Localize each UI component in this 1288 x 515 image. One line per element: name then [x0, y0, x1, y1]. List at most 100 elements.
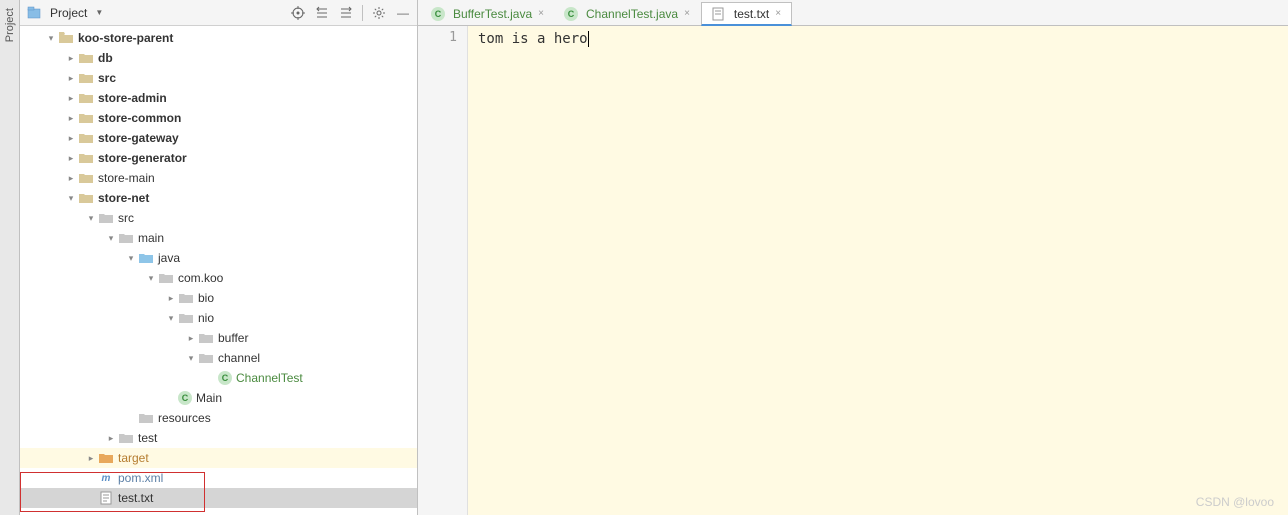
tab-label: ChannelTest.java	[586, 7, 678, 21]
package-icon	[178, 310, 194, 326]
folder-icon	[118, 230, 134, 246]
package-icon	[198, 330, 214, 346]
resources-folder-icon	[138, 410, 154, 426]
tree-node-target[interactable]: ▸ target	[20, 448, 417, 468]
chevron-right-icon[interactable]: ▸	[164, 293, 178, 304]
tree-label: ChannelTest	[236, 371, 303, 385]
tree-node-store-admin[interactable]: ▸ store-admin	[20, 88, 417, 108]
tree-label: resources	[158, 411, 211, 425]
chevron-down-icon[interactable]: ▾	[144, 273, 158, 284]
tree-label: main	[138, 231, 164, 245]
tree-label: store-generator	[98, 151, 187, 165]
side-tab-project[interactable]: Project	[0, 0, 20, 515]
project-icon	[26, 5, 42, 21]
project-tree: ▾ koo-store-parent ▸ db ▸ src ▸ store-ad…	[20, 26, 417, 515]
gear-icon[interactable]	[371, 5, 387, 21]
folder-icon	[118, 430, 134, 446]
tree-node-store-main[interactable]: ▸ store-main	[20, 168, 417, 188]
chevron-down-icon[interactable]: ▾	[44, 33, 58, 44]
chevron-right-icon[interactable]: ▸	[184, 333, 198, 344]
chevron-down-icon[interactable]: ▾	[124, 253, 138, 264]
tree-label: target	[118, 451, 149, 465]
expand-all-icon[interactable]	[314, 5, 330, 21]
tree-label: java	[158, 251, 180, 265]
tree-label: nio	[198, 311, 214, 325]
chevron-right-icon[interactable]: ▸	[104, 433, 118, 444]
chevron-right-icon[interactable]: ▸	[64, 113, 78, 124]
tree-label: channel	[218, 351, 260, 365]
tree-label: Main	[196, 391, 222, 405]
tree-node-channeltest[interactable]: C ChannelTest	[20, 368, 417, 388]
tree-node-store-net[interactable]: ▾ store-net	[20, 188, 417, 208]
tree-label: src	[98, 71, 116, 85]
hide-icon[interactable]: —	[395, 5, 411, 21]
chevron-right-icon[interactable]: ▸	[64, 173, 78, 184]
chevron-right-icon[interactable]: ▸	[64, 73, 78, 84]
chevron-down-icon[interactable]: ▾	[164, 313, 178, 324]
tree-node-store-gateway[interactable]: ▸ store-gateway	[20, 128, 417, 148]
tree-node-store-common[interactable]: ▸ store-common	[20, 108, 417, 128]
chevron-down-icon[interactable]: ▾	[64, 193, 78, 204]
tree-node-store-generator[interactable]: ▸ store-generator	[20, 148, 417, 168]
collapse-all-icon[interactable]	[338, 5, 354, 21]
chevron-right-icon[interactable]: ▸	[64, 133, 78, 144]
folder-icon	[58, 30, 74, 46]
java-class-icon: C	[431, 7, 445, 21]
tree-node-mainclass[interactable]: C Main	[20, 388, 417, 408]
editor-gutter: 1	[418, 26, 468, 515]
folder-icon	[78, 190, 94, 206]
chevron-right-icon[interactable]: ▸	[84, 453, 98, 464]
tree-node-nio[interactable]: ▾ nio	[20, 308, 417, 328]
tree-label: db	[98, 51, 113, 65]
tree-node-db[interactable]: ▸ db	[20, 48, 417, 68]
tab-testtxt[interactable]: test.txt ×	[701, 2, 792, 26]
tree-node-resources[interactable]: resources	[20, 408, 417, 428]
panel-title-text: Project	[50, 6, 87, 20]
locate-icon[interactable]	[290, 5, 306, 21]
tree-label: com.koo	[178, 271, 223, 285]
chevron-right-icon[interactable]: ▸	[64, 53, 78, 64]
package-icon	[158, 270, 174, 286]
tree-node-root[interactable]: ▾ koo-store-parent	[20, 28, 417, 48]
tree-node-pkg[interactable]: ▾ com.koo	[20, 268, 417, 288]
folder-icon	[78, 110, 94, 126]
close-icon[interactable]: ×	[682, 8, 692, 19]
chevron-down-icon[interactable]: ▾	[84, 213, 98, 224]
tree-node-test[interactable]: ▸ test	[20, 428, 417, 448]
tree-node-java[interactable]: ▾ java	[20, 248, 417, 268]
java-class-icon: C	[178, 391, 192, 405]
annotation-box	[20, 472, 205, 512]
editor-tabs: C BufferTest.java × C ChannelTest.java ×…	[418, 0, 1288, 26]
tree-node-buffer[interactable]: ▸ buffer	[20, 328, 417, 348]
tree-node-src2[interactable]: ▾ src	[20, 208, 417, 228]
tree-node-bio[interactable]: ▸ bio	[20, 288, 417, 308]
toolbar-separator	[362, 5, 363, 21]
tree-label: store-common	[98, 111, 181, 125]
close-icon[interactable]: ×	[536, 8, 546, 19]
chevron-right-icon[interactable]: ▸	[64, 93, 78, 104]
package-icon	[178, 290, 194, 306]
tree-node-src[interactable]: ▸ src	[20, 68, 417, 88]
tree-node-channel[interactable]: ▾ channel	[20, 348, 417, 368]
tab-channeltest[interactable]: C ChannelTest.java ×	[555, 1, 701, 25]
panel-title-dropdown[interactable]: Project ▼	[26, 5, 290, 21]
chevron-right-icon[interactable]: ▸	[64, 153, 78, 164]
code-area[interactable]: tom is a hero	[468, 26, 1288, 515]
folder-icon	[78, 50, 94, 66]
editor-area: C BufferTest.java × C ChannelTest.java ×…	[418, 0, 1288, 515]
tree-node-main[interactable]: ▾ main	[20, 228, 417, 248]
chevron-down-icon[interactable]: ▾	[104, 233, 118, 244]
chevron-down-icon: ▼	[95, 8, 103, 17]
close-icon[interactable]: ×	[773, 8, 783, 19]
editor-body: 1 tom is a hero	[418, 26, 1288, 515]
tab-buffertest[interactable]: C BufferTest.java ×	[422, 1, 555, 25]
watermark: CSDN @lovoo	[1196, 495, 1274, 509]
line-number: 1	[422, 30, 457, 45]
tree-label: koo-store-parent	[78, 31, 173, 45]
text-cursor	[588, 31, 589, 47]
tree-label: buffer	[218, 331, 248, 345]
tree-label: store-main	[98, 171, 155, 185]
folder-icon	[78, 130, 94, 146]
chevron-down-icon[interactable]: ▾	[184, 353, 198, 364]
text-file-icon	[710, 6, 726, 22]
